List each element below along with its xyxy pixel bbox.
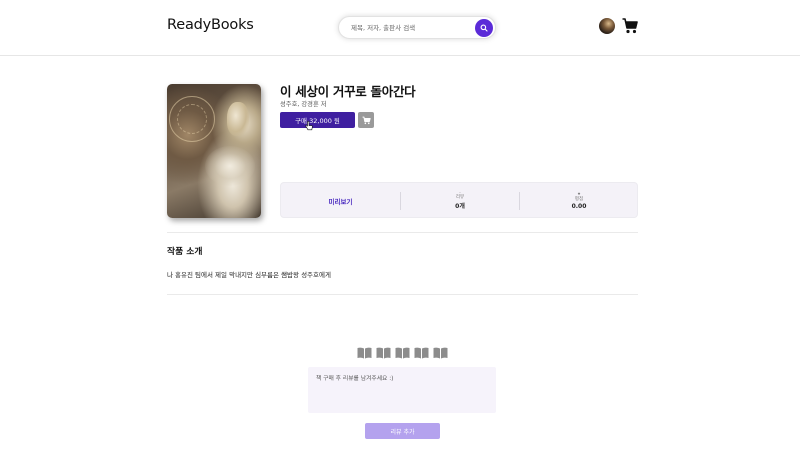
review-label: 리뷰	[455, 195, 465, 200]
divider	[167, 232, 638, 233]
add-to-cart-button[interactable]	[358, 112, 374, 128]
rating-stat: 평점 0.00	[519, 192, 638, 210]
book-stats-panel: 미리보기 리뷰 0개 평점 0.00	[280, 182, 638, 218]
rating-selector	[357, 347, 448, 359]
add-review-button[interactable]: 리뷰 추가	[365, 423, 440, 439]
star-icon	[577, 192, 581, 195]
intro-heading: 작품 소개	[167, 247, 203, 257]
review-textarea[interactable]	[308, 367, 496, 413]
book-rating-icon[interactable]	[395, 347, 410, 359]
cover-cloud-art	[205, 146, 255, 186]
book-title: 이 세상이 거꾸로 돌아간다	[280, 84, 416, 99]
intro-text: 나 홍유진 팀에서 제일 막내지만 심부름은 쌤밥왕 성주호에게	[167, 271, 331, 279]
search-icon	[480, 24, 488, 32]
preview-stat[interactable]: 미리보기	[281, 183, 400, 219]
rating-label: 평점	[574, 197, 584, 202]
cover-clock-inner-art	[177, 104, 207, 134]
search-input[interactable]	[351, 21, 473, 35]
avatar[interactable]	[599, 18, 615, 34]
review-count: 0개	[455, 203, 465, 210]
header: ReadyBooks	[0, 0, 800, 56]
divider	[167, 294, 638, 295]
book-author: 성주호, 강경훈 저	[280, 101, 327, 108]
cart-icon	[362, 116, 371, 124]
logo[interactable]: ReadyBooks	[167, 17, 254, 33]
book-cover	[167, 84, 261, 218]
review-stat: 리뷰 0개	[400, 192, 519, 210]
buy-button[interactable]: 구매 32,000 원	[280, 112, 355, 128]
review-icon	[459, 192, 461, 193]
cart-icon[interactable]	[622, 17, 638, 35]
book-rating-icon[interactable]	[357, 347, 372, 359]
search-button[interactable]	[475, 19, 493, 37]
rating-value: 0.00	[571, 203, 587, 210]
book-rating-icon[interactable]	[376, 347, 391, 359]
cover-statue-art	[227, 102, 249, 136]
preview-button[interactable]: 미리보기	[329, 196, 353, 206]
search-bar	[338, 16, 496, 39]
book-rating-icon[interactable]	[433, 347, 448, 359]
book-rating-icon[interactable]	[414, 347, 429, 359]
pointer-cursor-icon	[305, 121, 313, 131]
